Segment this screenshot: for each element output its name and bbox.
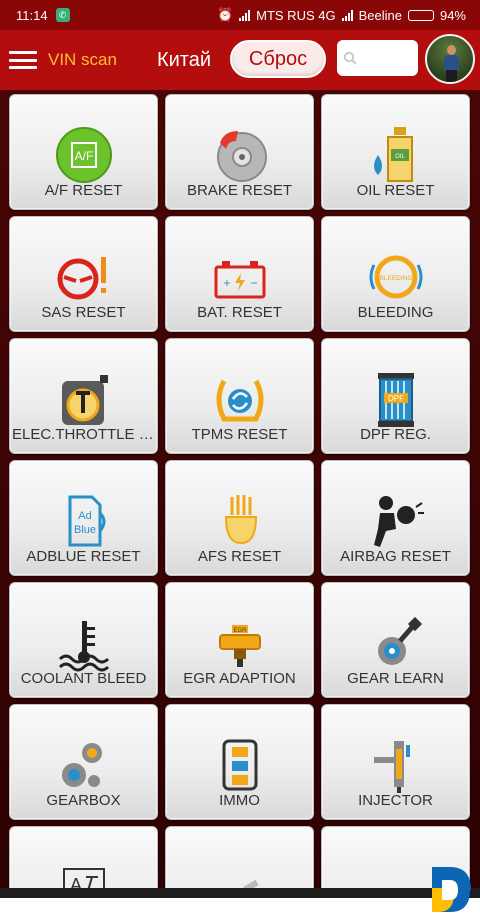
tile-label: GEAR LEARN (347, 670, 444, 687)
user-avatar[interactable] (425, 34, 475, 84)
bleeding-icon: BLEEDING (369, 255, 422, 299)
country-selector[interactable]: Китай (157, 49, 211, 72)
adblue-icon: Ad Blue (68, 495, 105, 547)
svg-text:A: A (69, 875, 81, 888)
tire-pressure-icon (216, 379, 263, 422)
tile-label: SAS RESET (41, 304, 126, 321)
tile-label: BAT. RESET (197, 304, 282, 321)
airbag-icon (373, 496, 424, 547)
tile-elec-throttle[interactable]: ELEC.THROTTLE R... (9, 338, 158, 454)
tile-label: TPMS RESET (191, 426, 288, 443)
tile-brake-reset[interactable]: BRAKE RESET (165, 94, 314, 210)
battery-percent: 94% (439, 7, 466, 23)
svg-text:DPF: DPF (388, 394, 404, 403)
hamburger-icon[interactable] (9, 49, 37, 71)
search-box[interactable] (337, 40, 418, 76)
dpf-filter-icon: DPF (377, 373, 414, 427)
oil-bottle-icon: OIL (373, 127, 413, 182)
svg-text:Ad: Ad (78, 510, 91, 522)
tile-partial-2[interactable] (165, 826, 314, 888)
tile-bat-reset[interactable]: + − BAT. RESET (165, 216, 314, 332)
status-time: 11:14 (16, 7, 48, 23)
status-bar-left: 11:14 ✆ (16, 8, 70, 23)
svg-text:−: − (250, 276, 257, 290)
tile-label: OIL RESET (356, 182, 435, 199)
steering-wheel-icon (57, 257, 106, 300)
search-icon (343, 51, 357, 65)
gear-learn-icon (377, 616, 422, 665)
text-font-icon: A (62, 868, 105, 888)
tile-label: INJECTOR (358, 792, 433, 809)
signal-icon-1 (239, 9, 251, 21)
tile-egr-adaption[interactable]: EGR EGR ADAPTION (165, 582, 314, 698)
tile-bleeding[interactable]: BLEEDING BLEEDING (321, 216, 470, 332)
tile-label: GEARBOX (46, 792, 121, 809)
signal-icon-2 (341, 9, 353, 21)
system-nav-bar (0, 898, 480, 920)
tile-label: ADBLUE RESET (26, 548, 141, 565)
status-bar-right: ⏰ MTS RUS 4G Beeline 94% (217, 7, 466, 23)
carrier-2: Beeline (358, 7, 402, 23)
throttle-icon (61, 375, 108, 425)
app-header: VIN scan Китай Сброс (0, 30, 480, 90)
coolant-icon (58, 621, 109, 672)
alarm-icon: ⏰ (216, 7, 234, 22)
tile-tpms-reset[interactable]: TPMS RESET (165, 338, 314, 454)
svg-text:OIL: OIL (395, 154, 405, 160)
tile-dpf-reg[interactable]: DPF DPF REG. (321, 338, 470, 454)
tile-afs-reset[interactable]: AFS RESET (165, 460, 314, 576)
search-input[interactable] (361, 49, 413, 67)
tile-oil-reset[interactable]: OIL OIL RESET (321, 94, 470, 210)
immobilizer-icon (222, 739, 257, 791)
tile-label: IMMO (219, 792, 260, 809)
spark-plug-icon (242, 879, 259, 888)
tile-label: ELEC.THROTTLE R... (12, 426, 157, 443)
svg-text:A/F: A/F (74, 149, 93, 163)
carrier-1: MTS RUS 4G (256, 7, 336, 23)
svg-text:BLEEDING: BLEEDING (379, 275, 412, 282)
tile-airbag-reset[interactable]: AIRBAG RESET (321, 460, 470, 576)
tile-label: COOLANT BLEED (20, 670, 147, 687)
tile-gearbox[interactable]: GEARBOX (9, 704, 158, 820)
tile-af-reset[interactable]: A/F A/F RESET (9, 94, 158, 210)
tile-immo[interactable]: IMMO (165, 704, 314, 820)
notification-app-icon: ✆ (55, 8, 70, 22)
tile-sas-reset[interactable]: SAS RESET (9, 216, 158, 332)
tile-label: A/F RESET (44, 182, 123, 199)
reset-button[interactable]: Сброс (230, 40, 326, 78)
svg-text:+: + (223, 276, 230, 290)
drive2-logo-icon (432, 867, 471, 912)
tile-label: BRAKE RESET (186, 182, 293, 199)
gearbox-icon (61, 743, 102, 787)
egr-valve-icon: EGR (218, 625, 261, 667)
tile-adblue-reset[interactable]: Ad Blue ADBLUE RESET (9, 460, 158, 576)
headlight-icon (224, 495, 257, 545)
function-grid: A/F A/F RESET BRAKE RESET OIL OIL RESET (0, 90, 480, 888)
bottom-bar (0, 888, 480, 898)
injector-icon (373, 741, 410, 793)
tile-label: BLEEDING (357, 304, 434, 321)
svg-text:Blue: Blue (73, 524, 95, 536)
brake-disc-icon (216, 131, 267, 182)
tile-label: AFS RESET (197, 548, 282, 565)
tile-partial-1[interactable]: A (9, 826, 158, 888)
svg-text:EGR: EGR (233, 628, 247, 634)
tile-coolant-bleed[interactable]: COOLANT BLEED (9, 582, 158, 698)
tile-gear-learn[interactable]: GEAR LEARN (321, 582, 470, 698)
gauge-icon (366, 857, 426, 888)
battery-icon: + − (214, 261, 265, 299)
battery-icon (407, 9, 434, 21)
tile-injector[interactable]: INJECTOR (321, 704, 470, 820)
tile-label: AIRBAG RESET (340, 548, 451, 565)
tile-label: DPF REG. (360, 426, 431, 443)
tile-label: EGR ADAPTION (183, 670, 296, 687)
vin-scan-button[interactable]: VIN scan (48, 50, 117, 70)
af-reset-icon: A/F (55, 127, 112, 183)
status-bar: 11:14 ✆ ⏰ MTS RUS 4G Beeline 94% (0, 0, 480, 30)
